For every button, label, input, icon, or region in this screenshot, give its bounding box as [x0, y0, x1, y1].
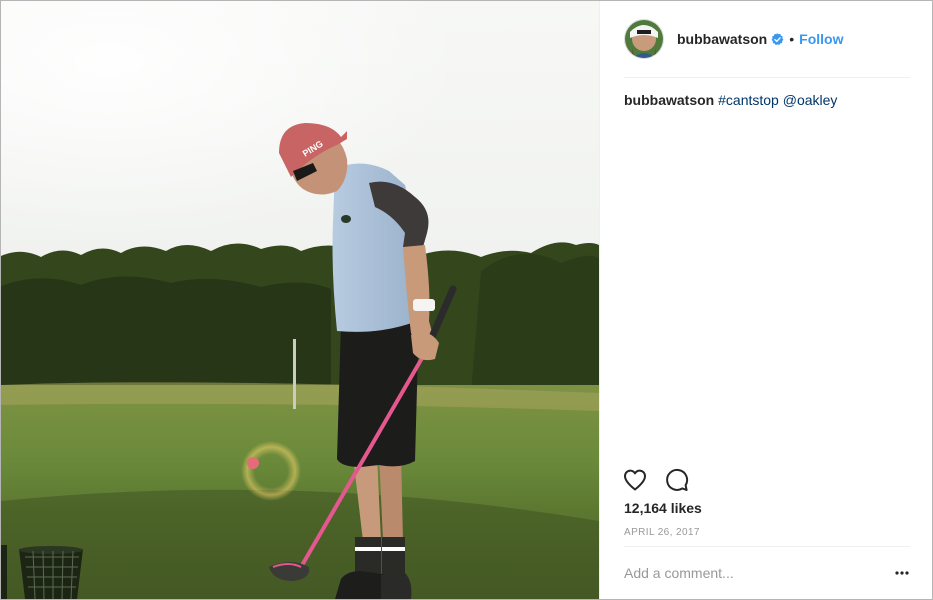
- comment-bubble-icon[interactable]: [664, 467, 690, 493]
- shorts: [337, 315, 419, 467]
- like-count[interactable]: 12,164 likes: [624, 500, 702, 516]
- post-date[interactable]: APRIL 26, 2017: [624, 527, 700, 538]
- header-separator: •: [789, 31, 795, 47]
- post-caption: bubbawatson #cantstop @oakley: [624, 91, 912, 109]
- header-divider: [624, 77, 910, 78]
- verified-badge-icon: [771, 32, 784, 45]
- caption-hashtag[interactable]: #cantstop: [718, 92, 779, 108]
- golf-ball: [247, 457, 259, 469]
- range-bucket: [19, 546, 83, 599]
- more-options-icon[interactable]: [894, 564, 910, 582]
- post-header: bubbawatson • Follow: [600, 1, 932, 77]
- comment-divider: [624, 546, 910, 547]
- caption-mention[interactable]: @oakley: [783, 92, 838, 108]
- avatar[interactable]: [624, 19, 664, 59]
- post-photo[interactable]: PING: [1, 1, 599, 599]
- instagram-post: PING bubbawatson • Follow bubbawatson #c…: [0, 0, 933, 600]
- comment-input[interactable]: [624, 562, 874, 584]
- follow-button[interactable]: Follow: [799, 31, 843, 47]
- post-sidebar: bubbawatson • Follow bubbawatson #cantst…: [599, 1, 932, 599]
- header-username[interactable]: bubbawatson: [677, 31, 767, 47]
- caption-username[interactable]: bubbawatson: [624, 92, 714, 108]
- heart-icon[interactable]: [622, 467, 648, 493]
- post-actions: [622, 467, 690, 493]
